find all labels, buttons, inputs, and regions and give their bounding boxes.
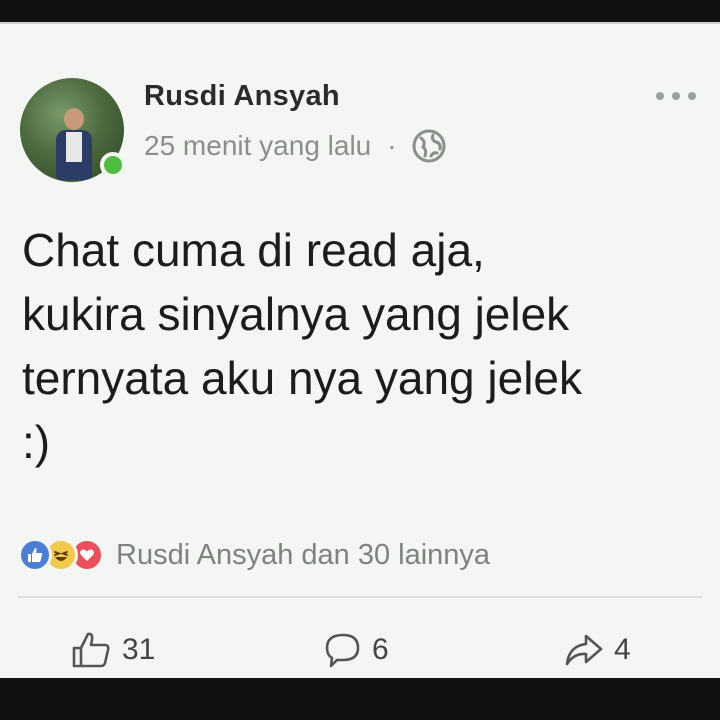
like-icon <box>18 538 52 572</box>
thumbs-up-icon <box>72 632 110 668</box>
screenshot-frame: Rusdi Ansyah 25 menit yang lalu · Chat c… <box>0 0 720 720</box>
post-text: Chat cuma di read aja, kukira sinyalnya … <box>22 218 702 474</box>
post-line: kukira sinyalnya yang jelek <box>22 288 570 340</box>
post-time[interactable]: 25 menit yang lalu <box>144 130 371 162</box>
globe-icon <box>412 129 446 163</box>
like-button[interactable]: 31 <box>70 620 155 680</box>
reactions-summary[interactable]: Rusdi Ansyah dan 30 lainnya <box>18 538 490 572</box>
avatar-figure-head <box>64 108 84 130</box>
like-count: 31 <box>122 633 156 666</box>
reaction-summary-text: Rusdi Ansyah dan 30 lainnya <box>116 538 491 571</box>
meta-separator: · <box>387 130 397 161</box>
more-options-icon[interactable] <box>656 86 696 106</box>
comment-button[interactable]: 6 <box>322 620 389 680</box>
post-line: Chat cuma di read aja, <box>22 224 485 276</box>
post-meta: 25 menit yang lalu · <box>144 128 447 164</box>
share-button[interactable]: 4 <box>562 620 631 680</box>
post-line: ternyata aku nya yang jelek <box>22 352 583 404</box>
author-name[interactable]: Rusdi Ansyah <box>144 80 340 113</box>
share-icon <box>565 634 603 666</box>
comment-icon <box>325 633 360 668</box>
divider <box>18 596 702 598</box>
comment-count: 6 <box>372 633 389 666</box>
share-count: 4 <box>614 633 631 666</box>
avatar-figure-shirt <box>66 132 82 162</box>
action-bar: 31 6 4 <box>0 620 720 680</box>
online-status-dot <box>100 152 126 178</box>
post-card: Rusdi Ansyah 25 menit yang lalu · Chat c… <box>0 22 720 678</box>
post-line: :) <box>22 416 51 468</box>
